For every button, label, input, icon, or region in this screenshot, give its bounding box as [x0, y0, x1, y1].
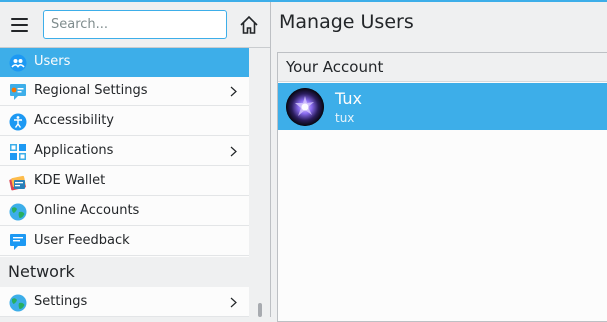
category-label: Network	[8, 262, 75, 281]
sidebar-item-network-settings[interactable]: Settings	[0, 288, 249, 317]
hamburger-menu-icon[interactable]	[11, 18, 28, 32]
globe-icon	[9, 203, 27, 221]
home-icon[interactable]	[237, 13, 261, 37]
feedback-icon	[9, 233, 27, 251]
users-icon	[9, 54, 27, 72]
sidebar-item-online-accounts[interactable]: Online Accounts	[0, 197, 249, 226]
sidebar-category-network: Network	[0, 257, 249, 287]
kde-wallet-icon	[9, 173, 27, 191]
panel-divider[interactable]	[270, 2, 271, 317]
page-title: Manage Users	[279, 11, 414, 33]
sidebar-item-kde-wallet[interactable]: KDE Wallet	[0, 167, 249, 196]
section-header-label: Your Account	[286, 58, 384, 76]
globe-icon	[9, 294, 27, 312]
sidebar-item-label: Online Accounts	[34, 203, 140, 218]
accessibility-icon	[9, 113, 27, 131]
account-login: tux	[335, 111, 355, 125]
sidebar-item-applications[interactable]: Applications	[0, 137, 249, 166]
sidebar-item-label: Accessibility	[34, 113, 114, 128]
regional-settings-icon	[9, 83, 27, 101]
sidebar-item-accessibility[interactable]: Accessibility	[0, 107, 249, 136]
sidebar: Users Regional Settings Accessibility Ap…	[0, 48, 249, 317]
chevron-right-icon	[230, 86, 237, 97]
sidebar-item-label: Users	[34, 54, 71, 69]
sidebar-item-label: User Feedback	[34, 233, 130, 248]
sidebar-item-user-feedback[interactable]: User Feedback	[0, 227, 249, 256]
account-name: Tux	[335, 89, 362, 108]
sidebar-item-label: KDE Wallet	[34, 173, 106, 188]
search-input[interactable]	[43, 10, 227, 39]
chevron-right-icon	[230, 297, 237, 308]
applications-icon	[9, 143, 27, 161]
avatar	[286, 88, 324, 126]
sidebar-item-users[interactable]: Users	[0, 48, 249, 77]
sidebar-scrollbar-thumb[interactable]	[258, 303, 262, 317]
sidebar-item-label: Settings	[34, 294, 88, 309]
account-list-item[interactable]: Tux tux	[278, 83, 607, 130]
sidebar-scrollbar-track[interactable]	[249, 48, 270, 317]
chevron-right-icon	[230, 146, 237, 157]
sidebar-header	[0, 2, 270, 47]
sidebar-item-label: Regional Settings	[34, 83, 148, 98]
sidebar-item-label: Applications	[34, 143, 114, 158]
section-header: Your Account	[278, 53, 607, 82]
sidebar-item-regional-settings[interactable]: Regional Settings	[0, 77, 249, 106]
